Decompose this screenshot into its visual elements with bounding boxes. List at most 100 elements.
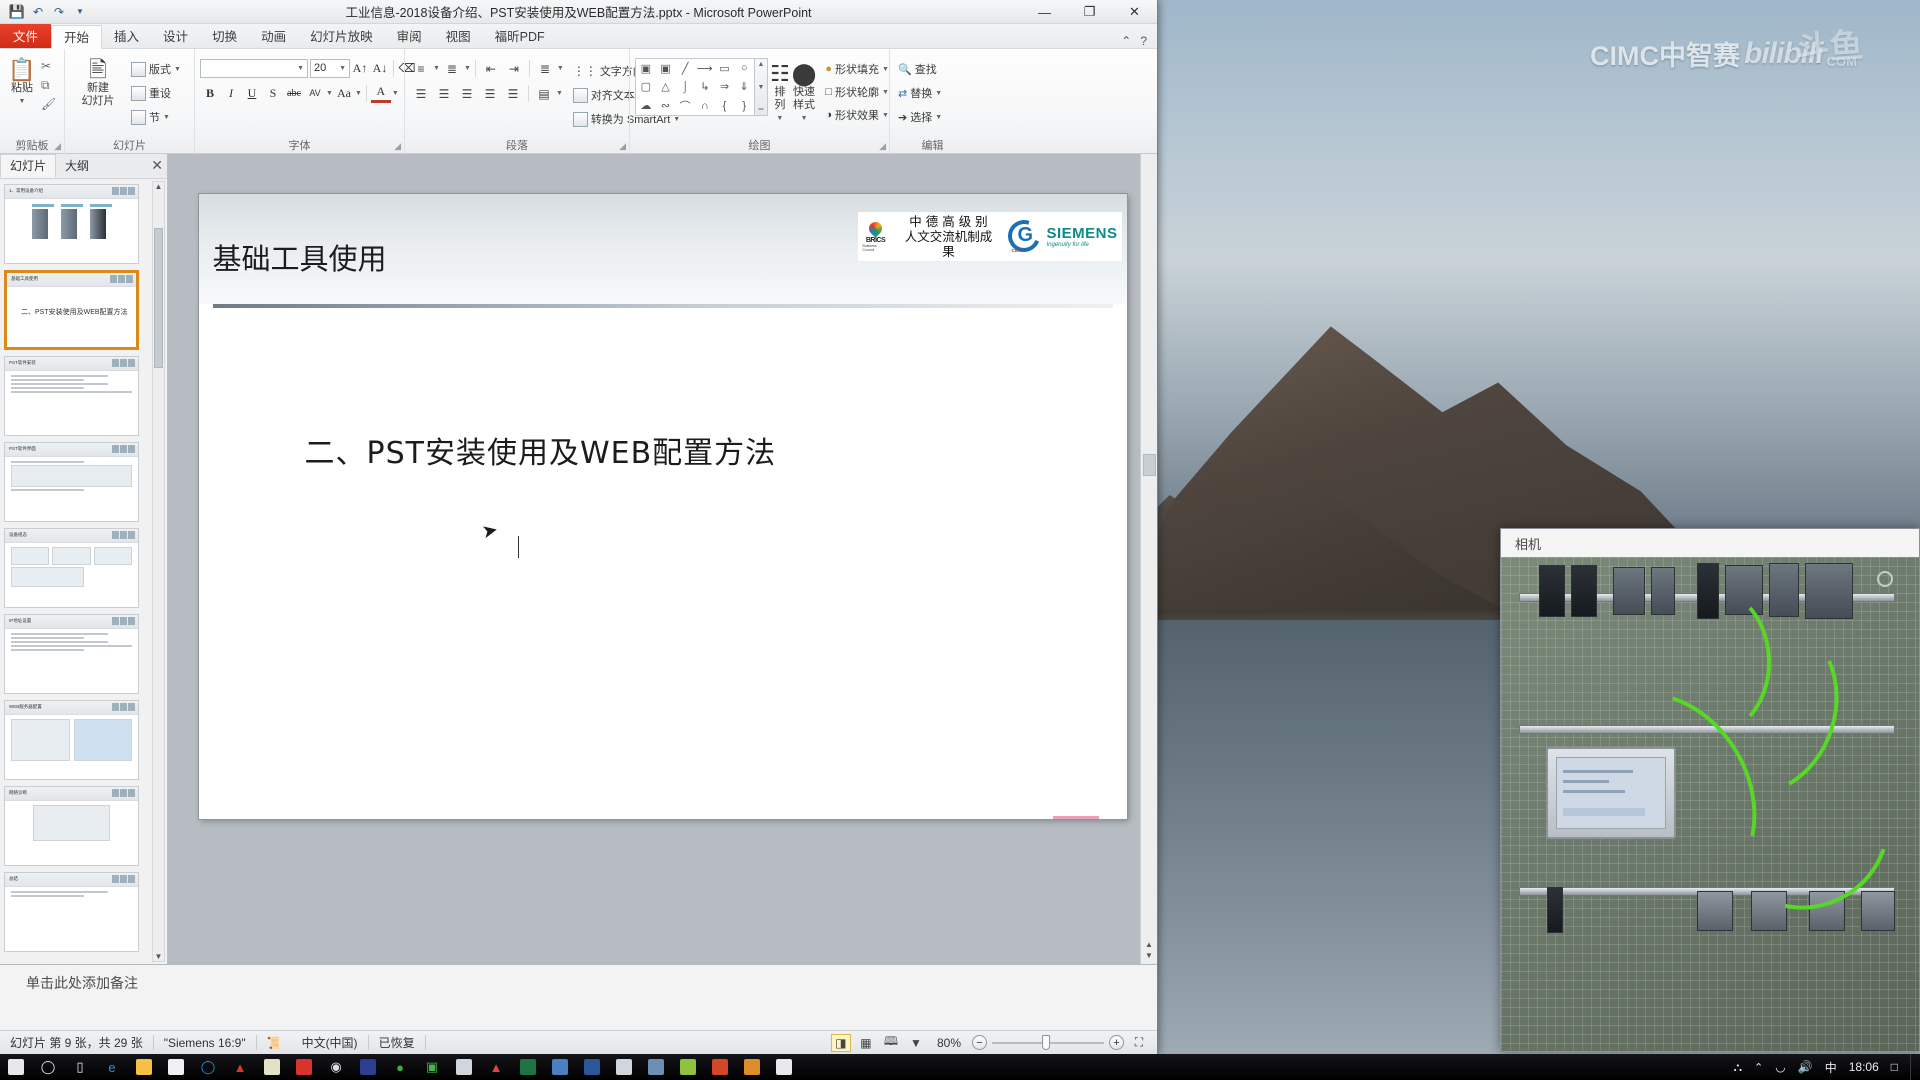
distribute-icon[interactable]: ☰ [502,83,524,104]
spellcheck-icon[interactable]: 📜 [257,1031,292,1054]
tab-transitions[interactable]: 切换 [200,24,249,48]
window-controls[interactable]: — ❐ ✕ [1022,0,1157,24]
list-item[interactable]: 总结 [4,872,139,952]
shape-fill-button[interactable]: ● 形状填充 ▼ [822,58,892,80]
justify-icon[interactable]: ☰ [479,83,501,104]
step7-icon[interactable] [352,1054,384,1080]
scroll-down-icon[interactable]: ▼ [153,952,164,961]
chevron-down-icon[interactable]: ▼ [392,90,399,97]
network-share-icon[interactable]: ⛬ [1734,1060,1742,1075]
paragraph-dialog-launcher[interactable]: ◢ [619,141,626,152]
tab-review[interactable]: 审阅 [385,24,434,48]
character-spacing-icon[interactable]: AV [305,83,325,103]
maximize-button[interactable]: ❐ [1067,0,1112,24]
select-button[interactable]: ➔ 选择 ▼ [895,106,945,128]
chevron-down-icon[interactable]: ▼ [801,112,808,125]
tab-outline[interactable]: 大纲 [56,154,98,178]
chevron-down-icon[interactable]: ▼ [464,65,471,72]
shape-arc-icon[interactable]: ⌒ [675,96,695,115]
action-center-icon[interactable]: □ [1891,1060,1898,1074]
layout-button[interactable]: 版式 ▼ [128,58,184,80]
bold-button[interactable]: B [200,83,220,103]
opera-icon[interactable]: ◯ [192,1054,224,1080]
tab-home[interactable]: 开始 [51,25,103,49]
chevron-down-icon[interactable]: ▼ [882,112,889,119]
list-item[interactable]: 1、常用设备介绍 [4,184,139,264]
slide-canvas[interactable]: 基础工具使用 BRICS Business Council 中 德 高 级 别 … [198,194,1127,819]
zoom-slider[interactable] [992,1035,1104,1051]
store-icon[interactable] [160,1054,192,1080]
scrollbar-thumb[interactable] [154,228,163,368]
chevron-down-icon[interactable]: ▼ [556,90,563,97]
tab-insert[interactable]: 插入 [102,24,151,48]
thumbnail-pane-tabs[interactable]: 幻灯片 大纲 ✕ [0,154,167,179]
slide-vertical-scrollbar[interactable]: ▲ ▼ [1140,154,1157,964]
find-button[interactable]: 🔍 查找 [895,58,940,80]
shapes-gallery-scrollbar[interactable]: ▲ ▼ ═ [755,58,768,116]
status-right-group[interactable]: ◨ ▦ 🕮 ▼ 80% − + ⛶ [830,1033,1157,1052]
format-painter-icon[interactable]: 🖌 [41,95,56,113]
volume-icon[interactable]: 🔊 [1798,1060,1813,1074]
view-normal-button[interactable]: ◨ [830,1033,851,1052]
slide-thumbnail-pane[interactable]: 幻灯片 大纲 ✕ 1、常用设备介绍 基础工具使用 二、PST安装使用及WEB配置… [0,154,168,964]
view-slideshow-button[interactable]: ▼ [906,1034,926,1052]
status-bar[interactable]: 幻灯片 第 9 张，共 29 张 "Siemens 16:9" 📜 中文(中国)… [0,1030,1157,1054]
notes-placeholder[interactable]: 单击此处添加备注 [26,973,1157,993]
camera-icon[interactable] [768,1054,800,1080]
chevron-down-icon[interactable]: ▼ [557,65,564,72]
wifi-icon[interactable]: ◡ [1775,1060,1785,1074]
foxit-icon[interactable] [544,1054,576,1080]
tab-animations[interactable]: 动画 [249,24,298,48]
chevron-down-icon[interactable]: ▼ [326,90,333,97]
shapes-gallery[interactable]: ▣ ▣ ╱ ⟶ ▭ ○ ▢ △ ⌡ ↳ ⇒ ⇓ ☁ ∾ ⌒ ∩ {} [635,58,755,116]
chevron-up-icon[interactable]: ⌃ [1754,1061,1763,1074]
customize-qat-icon[interactable]: ▼ [71,3,89,20]
increase-font-size-icon[interactable]: A↑ [350,58,370,78]
replace-button[interactable]: ⇄ 替换 ▼ [895,82,945,104]
excel-icon[interactable] [512,1054,544,1080]
clock[interactable]: 18:06 [1849,1060,1879,1074]
input-method-icon[interactable]: 中 [1825,1059,1837,1076]
chrome-icon[interactable]: ◉ [320,1054,352,1080]
help-icon[interactable]: ? [1140,34,1147,48]
list-item[interactable]: 基础工具使用 二、PST安装使用及WEB配置方法 [4,270,139,350]
taskbar[interactable]: ◯ ▯ e ◯ ▲ ◉ ● ▣ ▲ ⛬ ⌃ ◡ 🔊 中 18:06 □ [0,1054,1920,1080]
qq-icon[interactable] [288,1054,320,1080]
antivirus-icon[interactable] [448,1054,480,1080]
scrollbar-thumb[interactable] [1142,454,1156,476]
winrar-icon[interactable]: ▣ [416,1054,448,1080]
list-item[interactable]: 设备组态 [4,528,139,608]
shape-right-brace-icon[interactable]: } [734,96,754,115]
powerpoint-window[interactable]: 💾 ↶ ↷ ▼ 工业信息-2018设备介绍、PST安装使用及WEB配置方法.pp… [0,0,1158,1054]
increase-indent-icon[interactable]: ⇥ [503,58,525,79]
list-item[interactable]: PST软件界面 [4,442,139,522]
word-icon[interactable] [576,1054,608,1080]
ribbon-tab-strip[interactable]: 文件 开始 插入 设计 切换 动画 幻灯片放映 审阅 视图 福昕PDF ⌃ ? [0,24,1157,49]
scroll-up-icon[interactable]: ▲ [153,182,164,191]
shape-triangle-icon[interactable]: △ [656,78,676,97]
bullets-icon[interactable]: ≡ [410,58,432,79]
help-icon[interactable] [736,1054,768,1080]
cortana-icon[interactable]: ◯ [32,1054,64,1080]
slide-edit-area[interactable]: 基础工具使用 BRICS Business Council 中 德 高 级 别 … [168,154,1157,964]
list-item[interactable]: PST软件安装 [4,356,139,436]
shape-right-arrow-icon[interactable]: ⇒ [715,78,735,97]
zoom-in-button[interactable]: + [1109,1035,1124,1050]
minimize-button[interactable]: — [1022,0,1067,24]
view-slide-sorter-button[interactable]: ▦ [856,1034,876,1052]
font-size-combo[interactable]: 20 ▼ [310,58,350,78]
change-case-icon[interactable]: Aa [334,83,354,103]
portal-icon[interactable] [672,1054,704,1080]
decrease-indent-icon[interactable]: ⇤ [480,58,502,79]
minimize-ribbon-icon[interactable]: ⌃ [1121,34,1131,48]
chevron-down-icon[interactable]: ▼ [355,90,362,97]
align-left-icon[interactable]: ☰ [410,83,432,104]
chevron-down-icon[interactable]: ▼ [935,114,942,121]
thumbnail-list[interactable]: 1、常用设备介绍 基础工具使用 二、PST安装使用及WEB配置方法 PST软件安… [0,179,167,964]
tab-slides[interactable]: 幻灯片 [0,154,57,178]
notes-pane[interactable]: 单击此处添加备注 [0,964,1157,1030]
tab-file[interactable]: 文件 [0,24,52,48]
paste-button[interactable]: 📋 粘贴 ▼ [5,54,39,108]
language-indicator[interactable]: 中文(中国) [292,1031,368,1054]
tab-slideshow[interactable]: 幻灯片放映 [298,24,385,48]
